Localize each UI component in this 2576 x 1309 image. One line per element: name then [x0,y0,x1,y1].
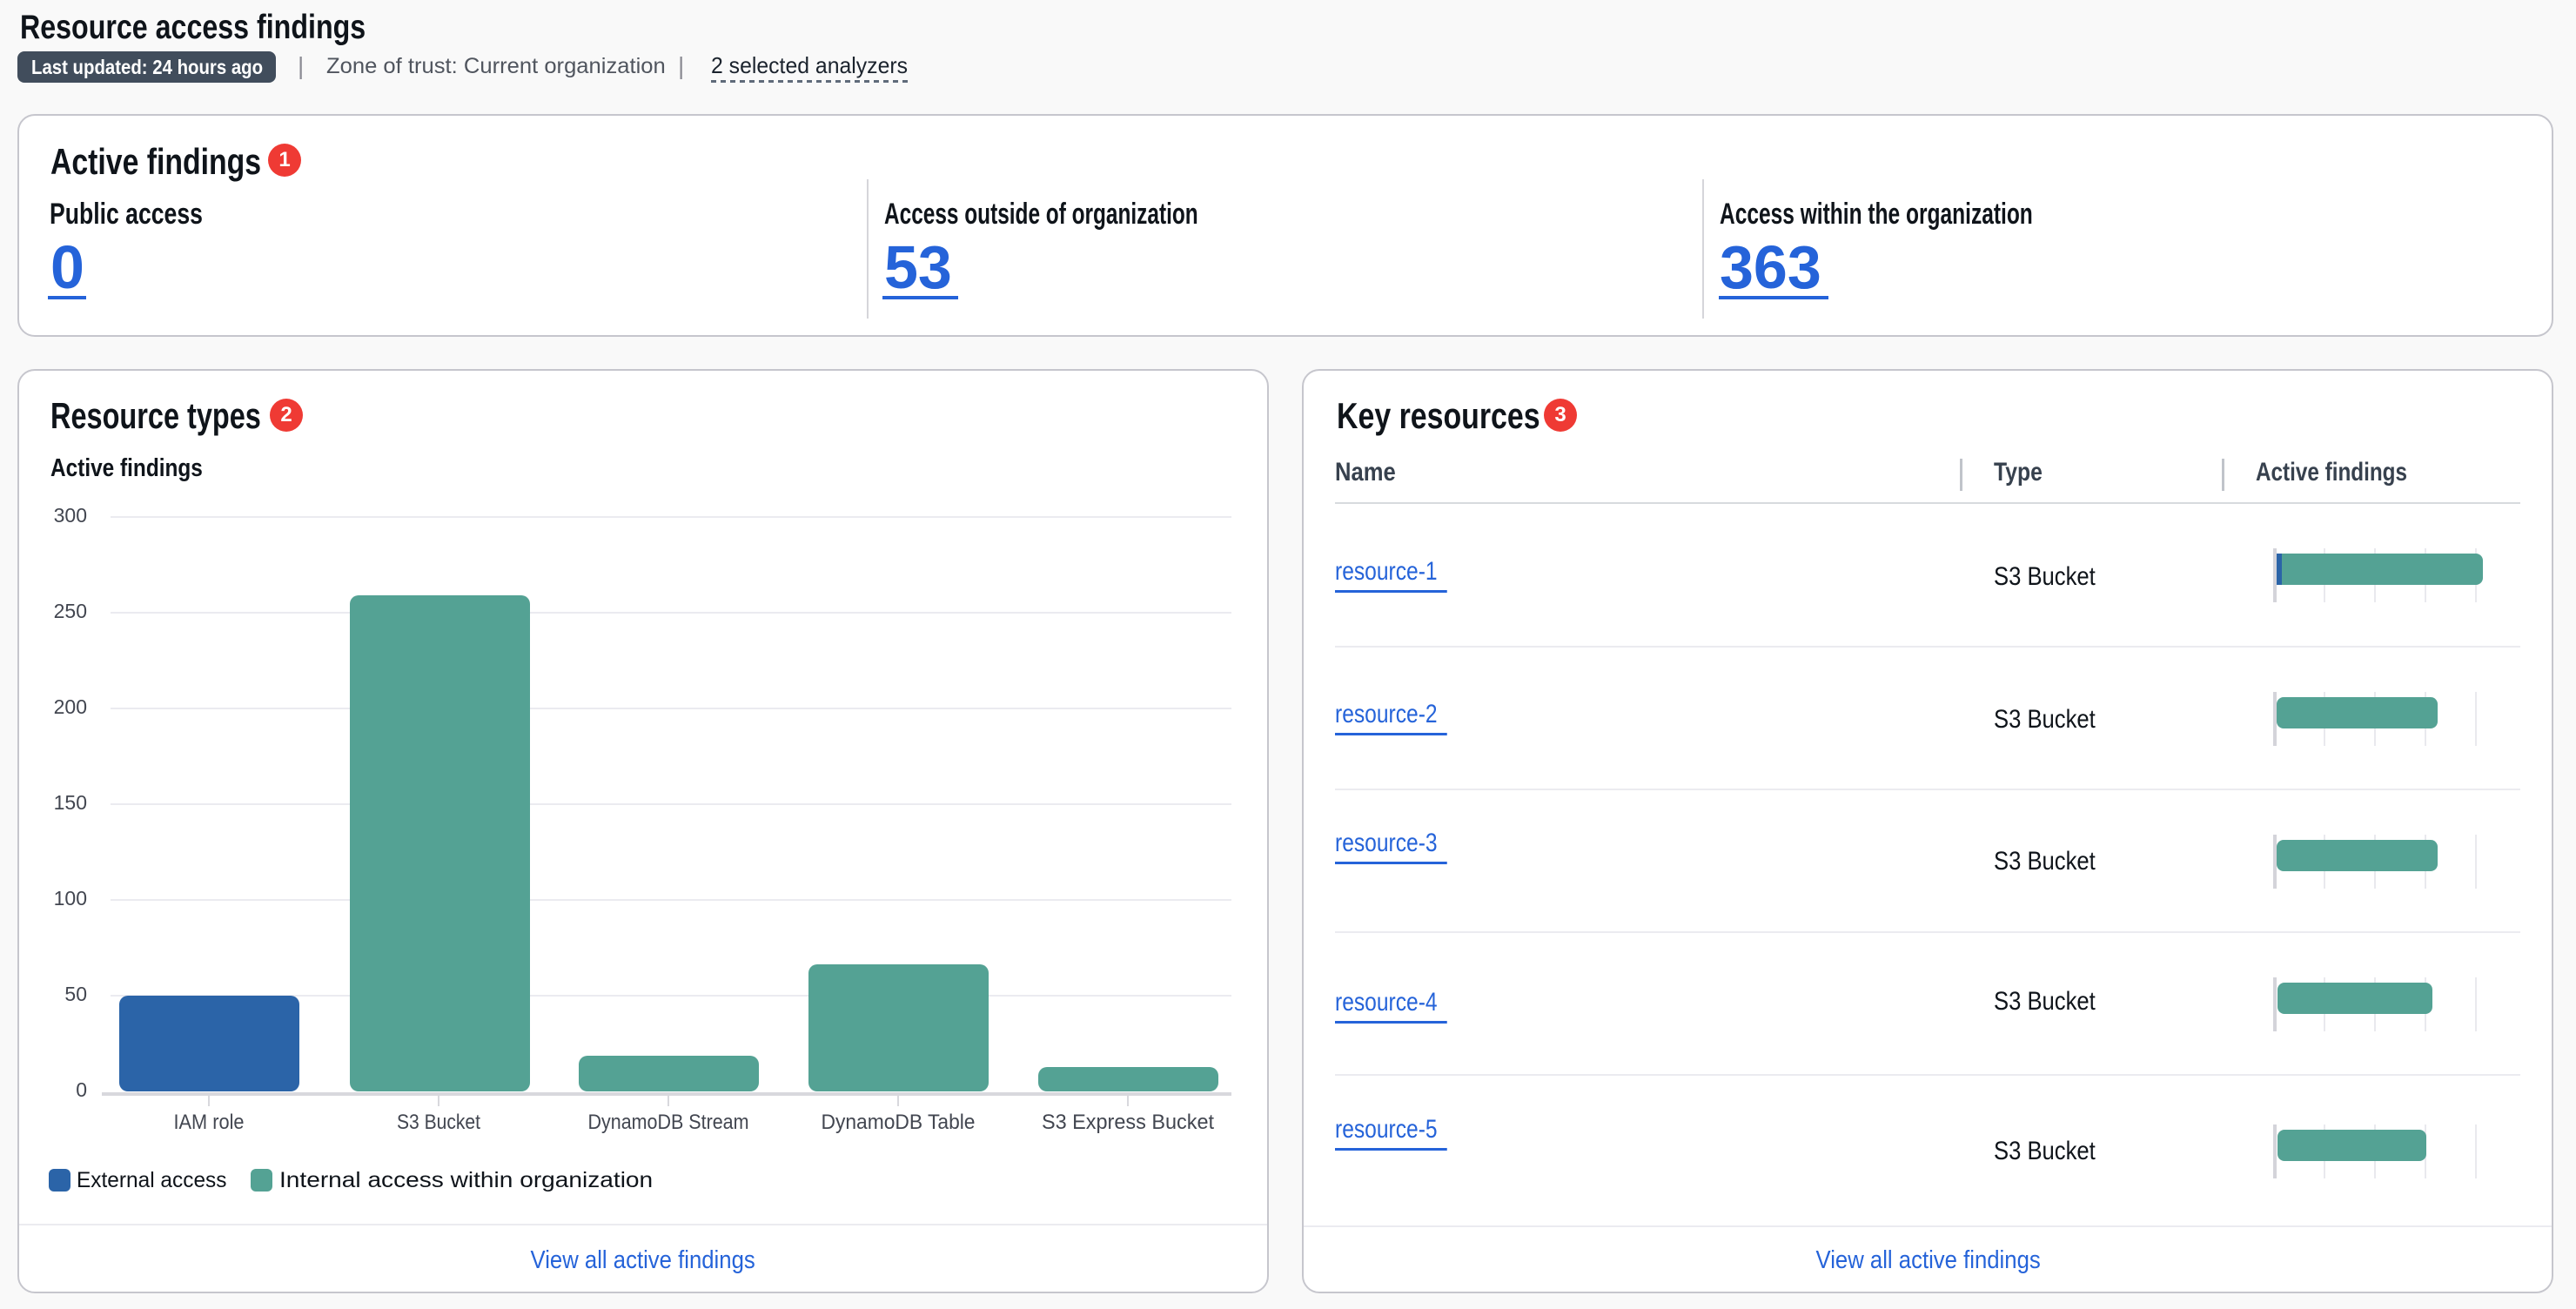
svg-text:DynamoDB Table: DynamoDB Table [822,1111,976,1134]
svg-text:300: 300 [54,504,87,527]
svg-text:DynamoDB Stream: DynamoDB Stream [588,1111,749,1134]
svg-text:250: 250 [54,600,87,622]
svg-text:S3 Express Bucket: S3 Express Bucket [1042,1111,1214,1134]
svg-text:150: 150 [54,791,87,814]
svg-text:100: 100 [54,887,87,910]
svg-text:S3 Bucket: S3 Bucket [397,1111,480,1134]
svg-text:50: 50 [64,983,87,1005]
svg-text:0: 0 [76,1078,87,1101]
svg-text:200: 200 [54,695,87,718]
svg-text:IAM role: IAM role [174,1111,245,1134]
